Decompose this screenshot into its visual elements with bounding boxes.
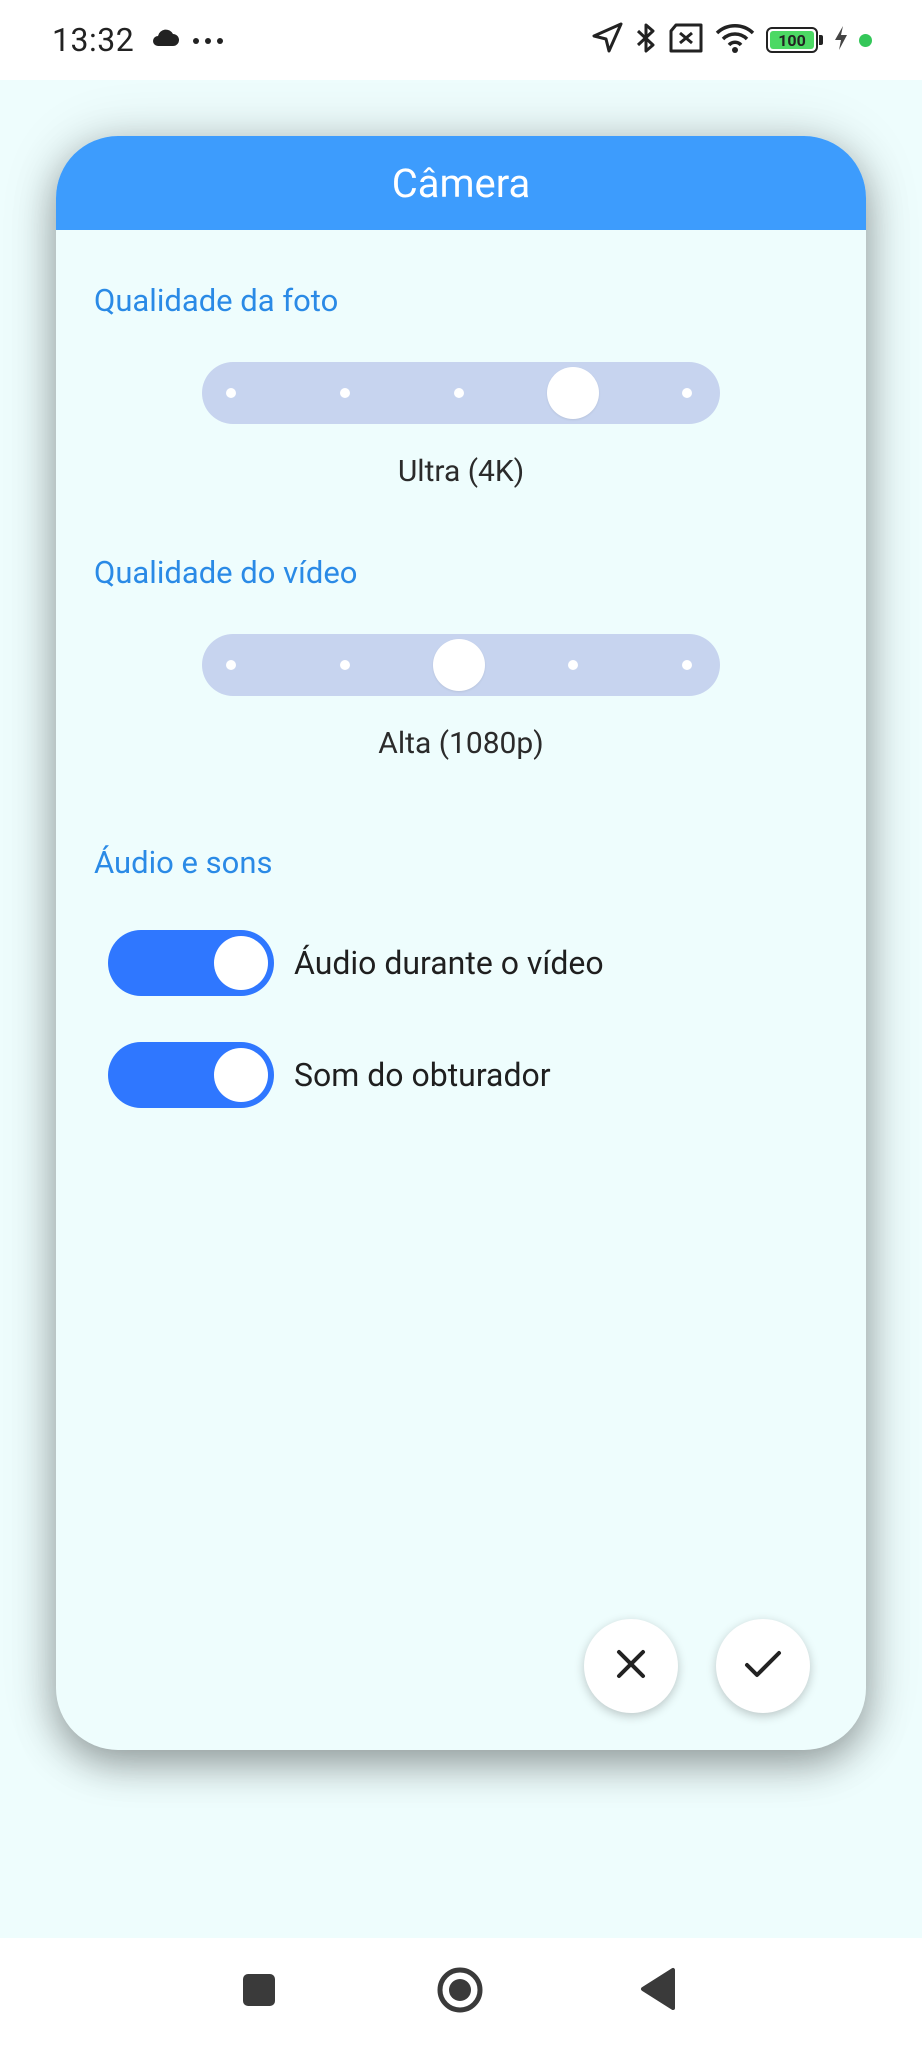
close-icon [614, 1647, 648, 1685]
toggle-knob [214, 936, 268, 990]
slider-step-dot[interactable] [340, 388, 350, 398]
cloud-icon [150, 28, 180, 52]
video-quality-slider-thumb[interactable] [433, 639, 485, 691]
audio-during-video-label: Áudio durante o vídeo [294, 944, 604, 982]
check-icon [743, 1648, 783, 1684]
slider-step-dot[interactable] [568, 660, 578, 670]
video-quality-slider[interactable] [202, 634, 720, 696]
charging-bolt-icon [833, 25, 849, 55]
slider-step-dot[interactable] [454, 388, 464, 398]
bluetooth-icon [634, 21, 658, 59]
dialog-title: Câmera [391, 159, 531, 207]
photo-quality-slider[interactable] [202, 362, 720, 424]
slider-step-dot[interactable] [226, 388, 236, 398]
photo-quality-slider-thumb[interactable] [547, 367, 599, 419]
dialog-header: Câmera [56, 136, 866, 230]
cancel-button[interactable] [584, 1619, 678, 1713]
status-time: 13:32 [52, 21, 135, 59]
video-quality-value: Alta (1080p) [378, 726, 544, 761]
audio-during-video-row[interactable]: Áudio durante o vídeo [108, 930, 604, 996]
shutter-sound-row[interactable]: Som do obturador [108, 1042, 551, 1108]
shutter-sound-toggle[interactable] [108, 1042, 274, 1108]
audio-during-video-toggle[interactable] [108, 930, 274, 996]
camera-settings-dialog: Câmera Qualidade da foto Ultra (4K) Qual… [56, 136, 866, 1750]
status-bar: 13:32 100 [0, 0, 922, 80]
photo-quality-title: Qualidade da foto [94, 282, 339, 319]
wifi-icon [714, 22, 756, 58]
slider-step-dot[interactable] [682, 660, 692, 670]
video-quality-title: Qualidade do vídeo [94, 554, 358, 591]
battery-level: 100 [778, 30, 806, 50]
audio-section-title: Áudio e sons [94, 844, 273, 881]
location-arrow-icon [590, 21, 624, 59]
toggle-knob [214, 1048, 268, 1102]
recents-square-icon[interactable] [242, 1973, 276, 2011]
back-triangle-icon[interactable] [640, 1967, 676, 2015]
home-circle-icon[interactable] [436, 1966, 484, 2018]
slider-step-dot[interactable] [226, 660, 236, 670]
battery-icon: 100 [766, 27, 823, 53]
slider-step-dot[interactable] [340, 660, 350, 670]
more-dots-icon [192, 31, 224, 50]
shutter-sound-label: Som do obturador [294, 1056, 551, 1094]
slider-step-dot[interactable] [682, 388, 692, 398]
confirm-button[interactable] [716, 1619, 810, 1713]
sim-x-icon [668, 23, 704, 57]
green-dot-indicator [859, 33, 872, 47]
photo-quality-value: Ultra (4K) [397, 454, 525, 489]
navigation-bar [0, 1938, 922, 2048]
